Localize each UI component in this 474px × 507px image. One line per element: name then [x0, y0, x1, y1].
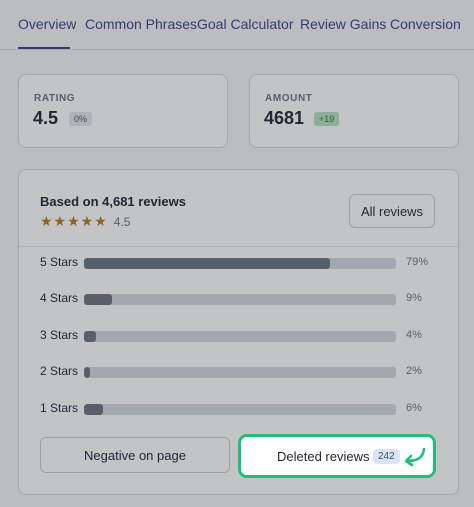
rating-bar-fill: [84, 258, 331, 269]
amount-value: 4681: [264, 108, 305, 128]
divider: [19, 246, 458, 247]
deleted-reviews-label: Deleted reviews: [277, 449, 370, 464]
all-reviews-button[interactable]: All reviews: [349, 194, 435, 228]
rating-row-1: 1 Stars 6%: [19, 399, 458, 419]
rating-bar-fill: [84, 367, 91, 378]
rating-row-percent: 4%: [406, 329, 422, 341]
amount-change-badge: +19: [314, 112, 340, 126]
rating-row-label: 5 Stars: [40, 255, 79, 269]
rating-bar-fill: [84, 294, 113, 305]
rating-row-percent: 9%: [406, 292, 422, 304]
rating-bar-fill: [84, 404, 103, 415]
rating-value: 4.5: [33, 108, 59, 128]
deleted-reviews-button[interactable]: Deleted reviews 242: [241, 437, 433, 475]
rating-bar-track: [84, 404, 396, 415]
rating-bar-track: [84, 294, 396, 305]
deleted-reviews-count-badge: 242: [373, 449, 400, 464]
rating-label: RATING: [34, 93, 76, 104]
tab-goal-calculator[interactable]: Goal Calculator: [197, 0, 294, 49]
rating-row-4: 4 Stars 9%: [19, 289, 458, 309]
rating-row-label: 2 Stars: [40, 364, 79, 378]
rating-bar-track: [84, 258, 396, 269]
rating-row-label: 4 Stars: [40, 291, 79, 305]
rating-row-percent: 79%: [406, 256, 429, 268]
star-icons: ★★★★★: [40, 213, 108, 229]
rating-bar-track: [84, 367, 396, 378]
amount-card: AMOUNT 4681 +19: [249, 74, 459, 148]
tab-conversion[interactable]: Conversion: [390, 0, 461, 49]
tab-bar: Overview Common Phrases Goal Calculator …: [0, 0, 474, 50]
negative-on-page-button[interactable]: Negative on page: [40, 437, 230, 473]
rating-change-badge: 0%: [69, 112, 93, 126]
amount-label: AMOUNT: [265, 93, 313, 104]
curved-arrow-icon: [404, 447, 426, 467]
rating-row-percent: 6%: [406, 402, 422, 414]
rating-bar-fill: [84, 331, 97, 342]
rating-row-5: 5 Stars 79%: [19, 253, 458, 273]
rating-card: RATING 4.5 0%: [18, 74, 228, 148]
rating-row-label: 3 Stars: [40, 328, 79, 342]
active-tab-indicator: [18, 47, 70, 49]
tab-common-phrases[interactable]: Common Phrases: [85, 0, 197, 49]
review-dashboard: Overview Common Phrases Goal Calculator …: [0, 0, 474, 507]
rating-row-2: 2 Stars 2%: [19, 362, 458, 382]
reviews-summary-title: Based on 4,681 reviews: [40, 194, 186, 209]
tab-overview[interactable]: Overview: [18, 0, 76, 49]
rating-row-3: 3 Stars 4%: [19, 326, 458, 346]
star-rating: ★★★★★ 4.5: [40, 213, 130, 229]
tab-review-gains[interactable]: Review Gains: [300, 0, 386, 49]
rating-bar-track: [84, 331, 396, 342]
star-score: 4.5: [113, 215, 131, 229]
rating-row-label: 1 Stars: [40, 401, 79, 415]
rating-row-percent: 2%: [406, 365, 422, 377]
